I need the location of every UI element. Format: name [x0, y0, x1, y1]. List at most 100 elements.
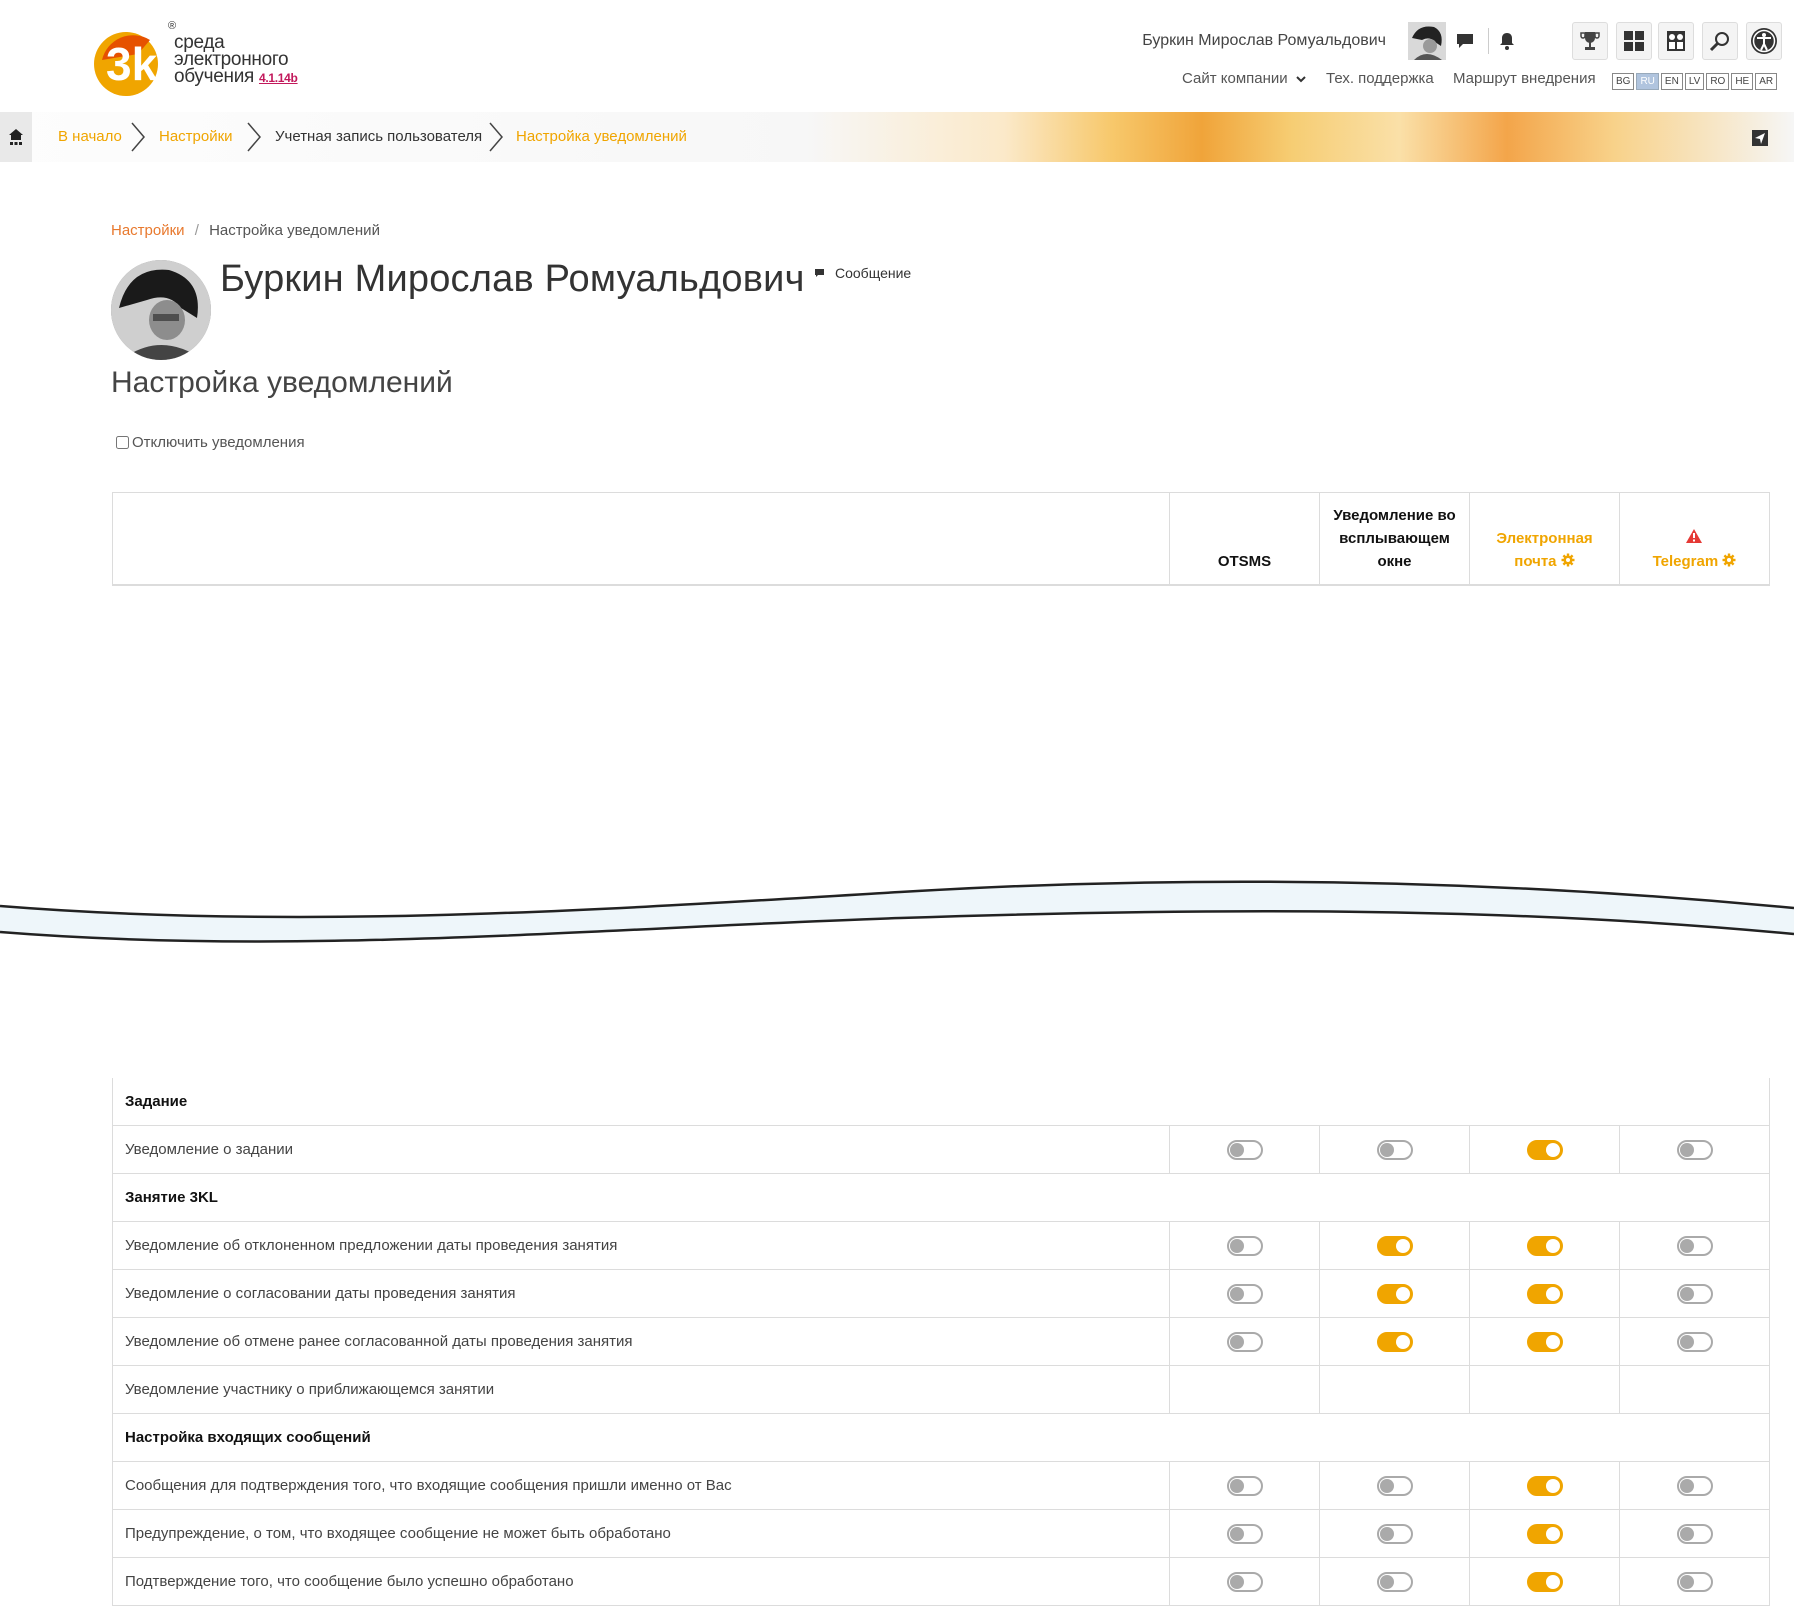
cell-telegram — [1619, 1222, 1769, 1269]
grid-icon — [1624, 31, 1644, 51]
group-label: Настройка входящих сообщений — [125, 1429, 371, 1446]
cell-popup — [1319, 1270, 1469, 1317]
lang-he[interactable]: HE — [1731, 73, 1754, 90]
column-email-line-2-text: почта — [1514, 553, 1557, 570]
accessibility-icon — [1751, 28, 1777, 54]
search-icon — [1709, 32, 1729, 52]
disable-notifications-checkbox[interactable] — [116, 436, 129, 449]
toggle-popup[interactable] — [1376, 1139, 1413, 1160]
warning-icon[interactable] — [1686, 529, 1703, 543]
toggle-otsms[interactable] — [1226, 1331, 1263, 1352]
cell-telegram — [1619, 1270, 1769, 1317]
cell-otsms — [1169, 1366, 1319, 1413]
lang-bg[interactable]: BG — [1612, 73, 1635, 90]
notification-label: Уведомление участнику о приближающемся з… — [125, 1381, 495, 1398]
toggle-popup[interactable] — [1376, 1283, 1413, 1304]
disable-notifications[interactable]: Отключить уведомления — [116, 434, 305, 451]
cell-telegram — [1619, 1318, 1769, 1365]
toggle-email[interactable] — [1526, 1523, 1563, 1544]
toggle-otsms[interactable] — [1226, 1235, 1263, 1256]
toggle-popup[interactable] — [1376, 1571, 1413, 1592]
header-avatar[interactable] — [1408, 22, 1446, 60]
lang-ar[interactable]: AR — [1755, 73, 1778, 90]
column-popup-line-1: Уведомление во — [1333, 507, 1456, 524]
cell-email — [1469, 1318, 1619, 1365]
table-row: Уведомление участнику о приближающемся з… — [112, 1366, 1770, 1414]
disable-notifications-label: Отключить уведомления — [132, 434, 305, 451]
cell-telegram — [1619, 1366, 1769, 1413]
toggle-telegram[interactable] — [1676, 1475, 1713, 1496]
toggle-popup[interactable] — [1376, 1523, 1413, 1544]
breadcrumb-home[interactable]: В начало — [58, 128, 122, 145]
dashboard-button[interactable] — [1616, 22, 1652, 60]
column-otsms: OTSMS — [1169, 493, 1319, 585]
group-header-row: Задание — [112, 1078, 1770, 1126]
lang-ru[interactable]: RU — [1636, 73, 1659, 90]
lang-ro[interactable]: RO — [1706, 73, 1730, 90]
route-link[interactable]: Маршрут внедрения — [1453, 70, 1596, 87]
page-title: Настройка уведомлений — [111, 366, 453, 399]
column-email-line-1: Электронная — [1496, 530, 1593, 547]
accessibility-button[interactable] — [1746, 22, 1782, 60]
lang-lv[interactable]: LV — [1684, 73, 1705, 90]
cell-email — [1469, 1126, 1619, 1173]
page-break-wave — [0, 880, 1794, 943]
logo-version[interactable]: 4.1.14b — [259, 71, 298, 85]
toggle-otsms[interactable] — [1226, 1571, 1263, 1592]
gear-icon[interactable] — [1722, 553, 1736, 567]
toggle-email[interactable] — [1526, 1283, 1563, 1304]
toggle-otsms[interactable] — [1226, 1283, 1263, 1304]
breadcrumb-chevron-icon — [247, 122, 261, 152]
toggle-email[interactable] — [1526, 1139, 1563, 1160]
cell-popup — [1319, 1366, 1469, 1413]
site-logo[interactable]: 3k ® среда электронного обучения 4.1.14b — [92, 20, 322, 102]
support-link[interactable]: Тех. поддержка — [1326, 70, 1434, 87]
page-breadcrumb-settings[interactable]: Настройки — [111, 222, 185, 239]
company-site-link[interactable]: Сайт компании — [1182, 70, 1306, 87]
cell-email — [1469, 1366, 1619, 1413]
achievements-button[interactable] — [1572, 22, 1608, 60]
toggle-email[interactable] — [1526, 1475, 1563, 1496]
table-row: Предупреждение, о том, что входящее сооб… — [112, 1510, 1770, 1558]
users-button[interactable] — [1658, 22, 1694, 60]
breadcrumb-current[interactable]: Настройка уведомлений — [516, 128, 687, 145]
profile-avatar[interactable] — [111, 260, 211, 360]
toggle-email[interactable] — [1526, 1235, 1563, 1256]
gear-icon[interactable] — [1561, 553, 1575, 567]
page-breadcrumb: Настройки / Настройка уведомлений — [111, 222, 380, 239]
cell-otsms — [1169, 1270, 1319, 1317]
toggle-otsms[interactable] — [1226, 1139, 1263, 1160]
language-switcher: BG RU EN LV RO HE AR — [1612, 73, 1779, 90]
home-button[interactable] — [0, 112, 32, 162]
table-row: Сообщения для подтверждения того, что вх… — [112, 1462, 1770, 1510]
table-header: OTSMS Уведомление во всплывающем окне Эл… — [112, 492, 1770, 586]
group-label: Занятие 3KL — [125, 1189, 218, 1206]
notification-label: Предупреждение, о том, что входящее сооб… — [125, 1525, 671, 1542]
toggle-telegram[interactable] — [1676, 1523, 1713, 1544]
notifications-bell-icon[interactable] — [1494, 28, 1520, 54]
header-user-name[interactable]: Буркин Мирослав Ромуальдович — [1142, 32, 1386, 50]
toggle-popup[interactable] — [1376, 1235, 1413, 1256]
send-message-link[interactable]: Сообщение — [814, 265, 911, 281]
messages-icon[interactable] — [1452, 28, 1478, 54]
toggle-telegram[interactable] — [1676, 1283, 1713, 1304]
breadcrumb-settings[interactable]: Настройки — [159, 128, 233, 145]
cell-popup — [1319, 1510, 1469, 1557]
toggle-telegram[interactable] — [1676, 1571, 1713, 1592]
toggle-otsms[interactable] — [1226, 1523, 1263, 1544]
toggle-popup[interactable] — [1376, 1331, 1413, 1352]
toggle-telegram[interactable] — [1676, 1139, 1713, 1160]
send-icon[interactable] — [1752, 130, 1768, 146]
toggle-otsms[interactable] — [1226, 1475, 1263, 1496]
notification-label: Подтверждение того, что сообщение было у… — [125, 1573, 574, 1590]
cell-popup — [1319, 1126, 1469, 1173]
column-telegram-label: Telegram — [1652, 553, 1719, 570]
toggle-telegram[interactable] — [1676, 1331, 1713, 1352]
chevron-down-icon — [1296, 76, 1306, 83]
toggle-popup[interactable] — [1376, 1475, 1413, 1496]
search-button[interactable] — [1702, 22, 1738, 60]
toggle-telegram[interactable] — [1676, 1235, 1713, 1256]
toggle-email[interactable] — [1526, 1571, 1563, 1592]
toggle-email[interactable] — [1526, 1331, 1563, 1352]
lang-en[interactable]: EN — [1660, 73, 1683, 90]
